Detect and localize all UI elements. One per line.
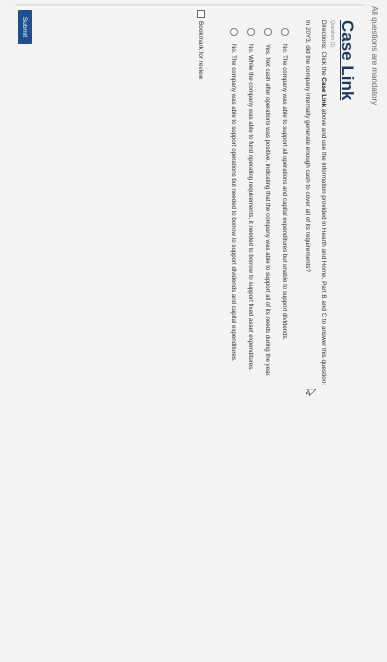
answer-option-4[interactable]: No. The company was able to support oper… [229, 28, 239, 362]
mandatory-notice: All questions are mandatory [370, 6, 379, 106]
question-number: Question (1) [329, 20, 335, 48]
question-prompt: In 20Y3, did the company internally gene… [304, 20, 311, 273]
case-link[interactable]: Case Link [337, 20, 357, 100]
radio-button[interactable] [230, 28, 238, 36]
radio-button[interactable] [247, 28, 255, 36]
submit-button[interactable]: Submit [18, 10, 32, 44]
directions-case-link: Case Link [320, 77, 327, 108]
quiz-page: All questions are mandatory Case Link Qu… [0, 0, 387, 662]
answer-option-label: No. While the company was able to fund o… [247, 44, 255, 371]
radio-button[interactable] [264, 28, 272, 36]
answer-option-1[interactable]: No. The company was able to support all … [280, 28, 290, 340]
question-card: Case Link Question (1) Directions: Click… [15, 4, 365, 660]
answer-option-label: No. The company was able to support all … [281, 44, 289, 341]
radio-button[interactable] [281, 28, 289, 36]
answer-option-label: Yes. Net cash after operations was posit… [264, 44, 272, 377]
directions-suffix: above and use the information provided i… [320, 107, 327, 386]
arrow-pointer-icon [306, 389, 316, 397]
directions-prefix: Directions: Click the [320, 20, 327, 78]
directions-text: Directions: Click the Case Link above an… [320, 20, 327, 385]
answer-option-label: No. The company was able to support oper… [230, 44, 238, 362]
bookmark-label: Bookmark for review [197, 21, 205, 80]
answer-option-3[interactable]: No. While the company was able to fund o… [246, 28, 256, 371]
bookmark-checkbox[interactable] [197, 10, 205, 18]
answer-option-2[interactable]: Yes. Net cash after operations was posit… [263, 28, 273, 377]
bookmark-for-review[interactable]: Bookmark for review [197, 10, 205, 79]
